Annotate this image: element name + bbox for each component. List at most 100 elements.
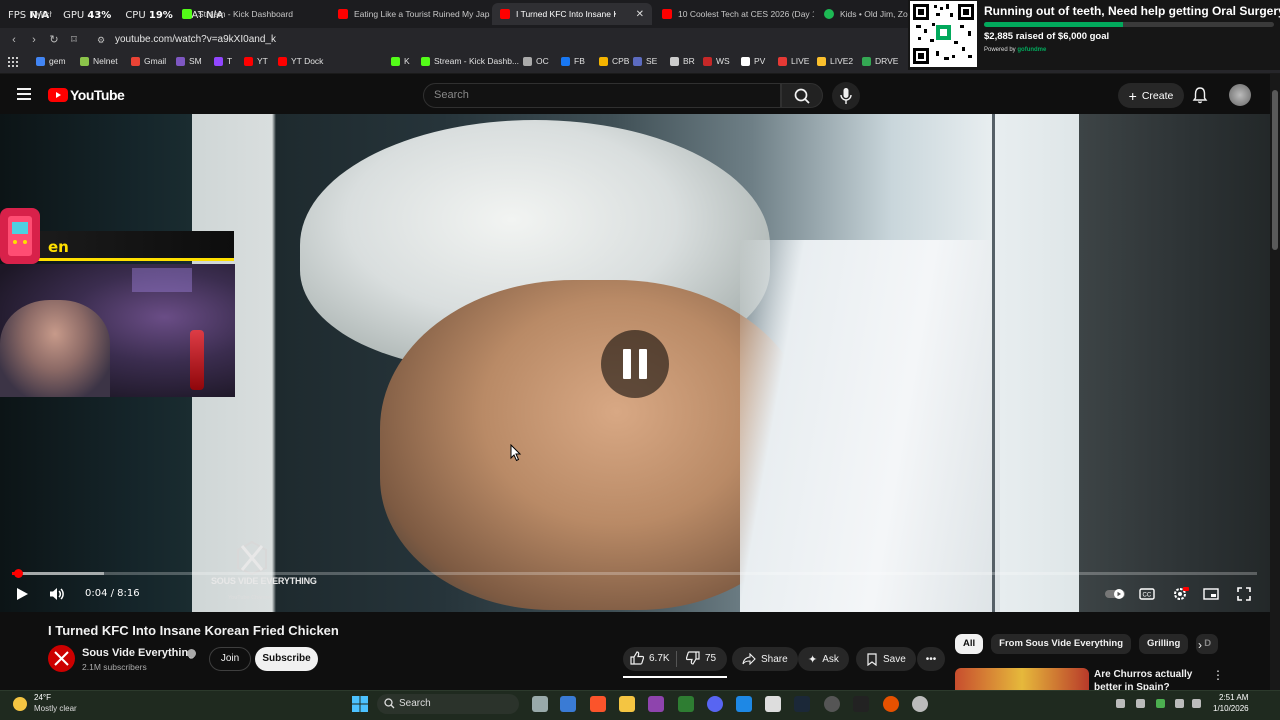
more-actions-button[interactable]: ••• xyxy=(917,647,945,671)
tab-eating-like-tourist[interactable]: Eating Like a Tourist Ruined My Japa xyxy=(330,3,490,25)
bookmark-item[interactable]: Gmail xyxy=(131,56,166,66)
tab-twitch[interactable]: Twitch xyxy=(22,3,52,25)
captions-icon[interactable]: CC xyxy=(1139,586,1155,602)
bookmark-item[interactable]: LIVE xyxy=(778,56,809,66)
voice-search-button[interactable] xyxy=(832,82,860,110)
progress-scrubber[interactable] xyxy=(14,569,23,578)
discord-icon[interactable] xyxy=(707,696,723,712)
tab-kick-dashboard[interactable]: Stream - Kick Dashboard xyxy=(174,3,329,25)
account-avatar[interactable] xyxy=(1229,84,1251,106)
taskbar-clock-time[interactable]: 2:51 AM xyxy=(1219,693,1248,702)
subscribe-button[interactable]: Subscribe xyxy=(255,647,318,671)
youtube-logo-text[interactable]: YouTube xyxy=(70,87,125,103)
bookmark-item[interactable]: WS xyxy=(703,56,730,66)
bookmark-item[interactable]: Nelnet xyxy=(80,56,118,66)
bookmark-item[interactable]: LIVE2 xyxy=(817,56,853,66)
bookmark-item[interactable]: gem xyxy=(36,56,66,66)
steam-icon[interactable] xyxy=(794,696,810,712)
edge-icon[interactable] xyxy=(736,696,752,712)
obs-icon[interactable] xyxy=(824,696,840,712)
chip-from-channel[interactable]: From Sous Vide Everything xyxy=(991,634,1132,654)
notifications-bell-icon[interactable] xyxy=(1192,86,1208,104)
tray-chevron-icon[interactable] xyxy=(1116,699,1125,708)
media-app-icon[interactable] xyxy=(648,696,664,712)
more-vertical-icon[interactable]: ⋮ xyxy=(1212,668,1224,682)
taskbar-search[interactable]: Search xyxy=(377,694,519,714)
close-icon[interactable]: ✕ xyxy=(636,9,644,20)
epic-games-icon[interactable] xyxy=(853,696,869,712)
bookmark-item[interactable]: OC xyxy=(523,56,549,66)
volume-button[interactable] xyxy=(48,586,66,602)
bookmark-item[interactable]: YT Dock xyxy=(278,56,323,66)
menu-icon[interactable] xyxy=(17,88,31,100)
play-button[interactable] xyxy=(14,586,30,602)
youtube-logo-icon[interactable] xyxy=(48,88,68,102)
bookmark-item[interactable]: DRVE xyxy=(862,56,898,66)
taskbar-clock-date[interactable]: 1/10/2026 xyxy=(1213,704,1249,713)
bookmark-item[interactable]: BR xyxy=(670,56,695,66)
chip-all[interactable]: All xyxy=(955,634,984,654)
pause-indicator-icon[interactable] xyxy=(601,330,669,398)
bookmark-item[interactable]: YT xyxy=(244,56,268,66)
chevron-right-icon[interactable]: › xyxy=(1198,638,1202,652)
recommended-title[interactable]: Are Churros actually better in Spain? xyxy=(1094,668,1204,690)
cloud-icon[interactable] xyxy=(1136,699,1145,708)
widgets-icon[interactable] xyxy=(560,696,576,712)
notepad-icon[interactable] xyxy=(765,696,781,712)
search-button[interactable] xyxy=(781,83,823,108)
media-player-icon[interactable] xyxy=(883,696,899,712)
dislike-button[interactable]: 75 xyxy=(686,651,716,665)
weather-temperature[interactable]: 24°F xyxy=(34,693,51,702)
recommended-thumbnail[interactable] xyxy=(955,668,1089,690)
reload-icon[interactable]: ↻ xyxy=(48,34,60,46)
tab-label: I Turned KFC Into Insane Kor xyxy=(516,9,616,19)
speaker-icon[interactable] xyxy=(1192,699,1201,708)
task-view-icon[interactable] xyxy=(532,696,548,712)
tab-ces-tech[interactable]: 10 Coolest Tech at CES 2026 (Day 1) xyxy=(654,3,814,25)
miniplayer-icon[interactable] xyxy=(1203,586,1219,602)
join-button[interactable]: Join xyxy=(209,647,251,671)
channel-name[interactable]: Sous Vide Everything xyxy=(82,647,195,659)
site-info-icon[interactable]: ⚙ xyxy=(95,34,107,46)
tab-kfc-video[interactable]: I Turned KFC Into Insane Kor ✕ xyxy=(492,3,652,25)
bookmark-item[interactable]: K xyxy=(391,56,410,66)
search-input[interactable]: Search xyxy=(423,83,781,108)
network-icon[interactable] xyxy=(1175,699,1184,708)
ask-button[interactable]: ✦ Ask xyxy=(798,647,849,671)
chrome-icon[interactable] xyxy=(912,696,928,712)
bookmark-item[interactable]: CPB xyxy=(599,56,629,66)
share-button[interactable]: Share xyxy=(732,647,798,671)
apps-grid-icon[interactable] xyxy=(8,57,18,67)
tab-spotify[interactable]: Kids • Old Jim, Zo xyxy=(816,3,908,25)
forward-icon[interactable]: › xyxy=(28,34,40,46)
scrollbar-thumb[interactable] xyxy=(1272,90,1278,250)
nvidia-icon[interactable] xyxy=(678,696,694,712)
back-icon[interactable]: ‹ xyxy=(8,34,20,46)
like-button[interactable]: 6.7K xyxy=(630,651,670,665)
bookmark-item[interactable]: FB xyxy=(561,56,585,66)
bookmark-item[interactable]: SE xyxy=(633,56,657,66)
file-explorer-icon[interactable] xyxy=(619,696,635,712)
windows-taskbar xyxy=(0,690,1280,720)
bookmark-item[interactable]: PV xyxy=(741,56,765,66)
bookmark-item[interactable]: T xyxy=(214,56,232,66)
chip-grilling[interactable]: Grilling xyxy=(1139,634,1189,654)
fullscreen-icon[interactable] xyxy=(1236,586,1252,602)
brave-browser-icon[interactable] xyxy=(590,696,606,712)
save-button[interactable]: Save xyxy=(856,647,916,671)
url-field[interactable]: youtube.com/watch?v=a9kXI0and_k xyxy=(115,34,276,45)
weather-moon-icon[interactable] xyxy=(13,697,27,711)
bookmark-item[interactable]: Stream - Kick Dashb... xyxy=(421,56,519,66)
more-horizontal-icon: ••• xyxy=(925,653,937,665)
mic-tray-icon[interactable] xyxy=(1156,699,1165,708)
create-button[interactable]: + Create xyxy=(1118,83,1184,108)
progress-bar[interactable] xyxy=(12,572,1257,575)
channel-avatar[interactable] xyxy=(48,645,75,672)
autoplay-toggle[interactable] xyxy=(1104,586,1126,602)
bookmark-item[interactable]: SM xyxy=(176,56,202,66)
weather-description[interactable]: Mostly clear xyxy=(34,704,77,713)
bookmark-icon[interactable]: ⌑ xyxy=(68,34,80,46)
start-windows-icon[interactable] xyxy=(352,696,368,712)
settings-gear-icon[interactable] xyxy=(1172,586,1189,602)
bookmark-label: K xyxy=(404,56,410,66)
